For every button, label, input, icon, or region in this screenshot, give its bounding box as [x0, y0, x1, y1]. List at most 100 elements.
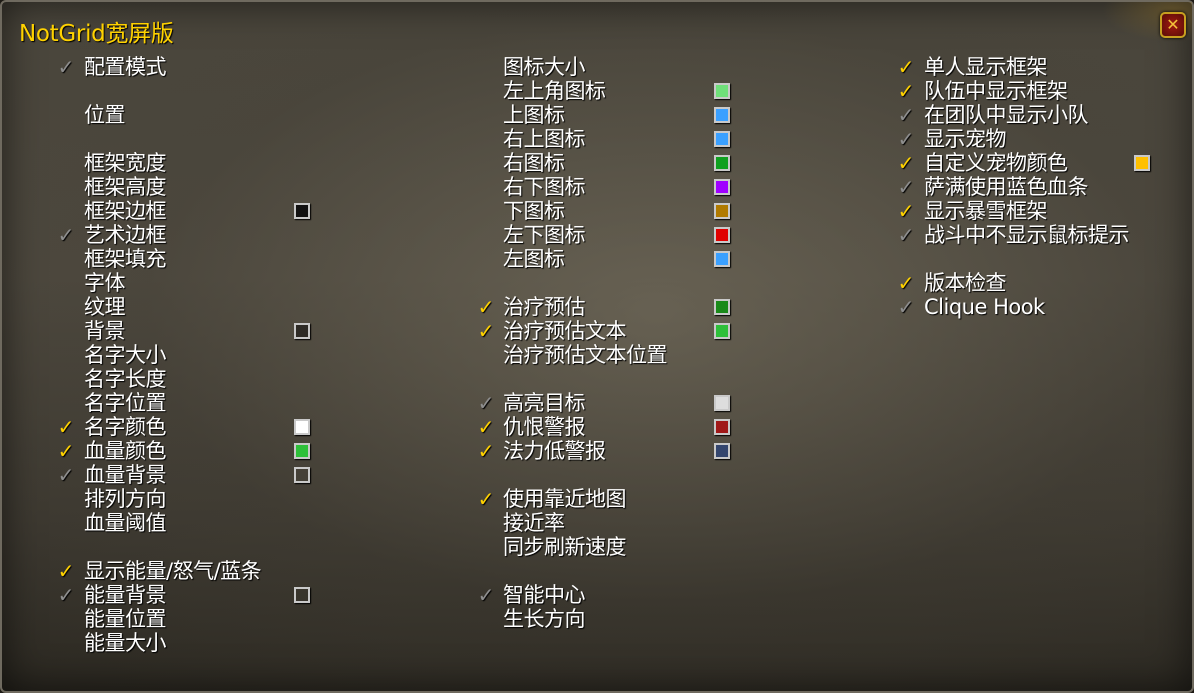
option-label[interactable]: 名字位置: [84, 391, 167, 415]
color-swatch[interactable]: [714, 83, 730, 99]
checkbox-checked-icon[interactable]: ✓: [895, 151, 917, 175]
checkbox-checked-icon[interactable]: ✓: [895, 55, 917, 79]
option-label[interactable]: 治疗预估文本位置: [503, 343, 668, 367]
checkbox-checked-icon[interactable]: ✓: [475, 319, 497, 343]
option-label[interactable]: 同步刷新速度: [503, 535, 627, 559]
checkbox-unchecked-icon[interactable]: ✓: [895, 127, 917, 151]
checkbox-checked-icon[interactable]: ✓: [55, 559, 77, 583]
option-label[interactable]: 血量颜色: [84, 439, 167, 463]
option-label[interactable]: 单人显示框架: [924, 55, 1048, 79]
option-label[interactable]: 治疗预估: [503, 295, 586, 319]
option-label[interactable]: 名字长度: [84, 367, 167, 391]
option-label[interactable]: 左上角图标: [503, 79, 606, 103]
option-label[interactable]: 高亮目标: [503, 391, 586, 415]
option-label[interactable]: 图标大小: [503, 55, 586, 79]
option-label[interactable]: 框架填充: [84, 247, 167, 271]
checkbox-unchecked-icon[interactable]: ✓: [55, 55, 77, 79]
option-label[interactable]: 在团队中显示小队: [924, 103, 1089, 127]
option-label[interactable]: 战斗中不显示鼠标提示: [924, 223, 1130, 247]
option-label[interactable]: 名字大小: [84, 343, 167, 367]
option-label[interactable]: 治疗预估文本: [503, 319, 627, 343]
option-label[interactable]: 能量位置: [84, 607, 167, 631]
option-label[interactable]: 显示暴雪框架: [924, 199, 1048, 223]
checkbox-unchecked-icon[interactable]: ✓: [895, 295, 917, 319]
color-swatch[interactable]: [714, 419, 730, 435]
option-label[interactable]: 血量阈值: [84, 511, 167, 535]
option-label[interactable]: 显示能量/怒气/蓝条: [84, 559, 262, 583]
option-label[interactable]: 纹理: [84, 295, 126, 319]
checkbox-checked-icon[interactable]: ✓: [55, 415, 77, 439]
color-swatch[interactable]: [294, 467, 310, 483]
color-swatch[interactable]: [294, 203, 310, 219]
settings-panel: NotGrid宽屏版 ✕ ✓ 配置模式位置框架宽度 框架高度 框架边框 ✓ 艺术边框 框架填…: [0, 0, 1194, 693]
checkbox-checked-icon[interactable]: ✓: [475, 487, 497, 511]
option-label[interactable]: 艺术边框: [84, 223, 167, 247]
color-swatch[interactable]: [714, 155, 730, 171]
option-label[interactable]: 法力低警报: [503, 439, 606, 463]
checkbox-checked-icon[interactable]: ✓: [895, 199, 917, 223]
option-label[interactable]: 生长方向: [503, 607, 586, 631]
checkbox-checked-icon[interactable]: ✓: [475, 295, 497, 319]
option-label[interactable]: 位置: [84, 103, 126, 127]
checkbox-unchecked-icon[interactable]: ✓: [55, 463, 77, 487]
option-label[interactable]: 下图标: [503, 199, 565, 223]
checkbox-unchecked-icon[interactable]: ✓: [895, 223, 917, 247]
option-label[interactable]: 右上图标: [503, 127, 586, 151]
color-swatch[interactable]: [1134, 155, 1150, 171]
option-label[interactable]: 上图标: [503, 103, 565, 127]
checkbox-checked-icon[interactable]: ✓: [475, 439, 497, 463]
color-swatch[interactable]: [714, 131, 730, 147]
option-label[interactable]: 版本检查: [924, 271, 1007, 295]
option-label[interactable]: 显示宠物: [924, 127, 1007, 151]
color-swatch[interactable]: [714, 299, 730, 315]
checkbox-checked-icon[interactable]: ✓: [475, 415, 497, 439]
color-swatch[interactable]: [714, 395, 730, 411]
option-label[interactable]: 血量背景: [84, 463, 167, 487]
option-label[interactable]: 使用靠近地图: [503, 487, 627, 511]
option-label[interactable]: Clique Hook: [924, 295, 1045, 319]
checkbox-unchecked-icon[interactable]: ✓: [895, 103, 917, 127]
option-label[interactable]: 仇恨警报: [503, 415, 586, 439]
option-label[interactable]: 框架宽度: [84, 151, 167, 175]
option-label[interactable]: 自定义宠物颜色: [924, 151, 1068, 175]
color-swatch[interactable]: [714, 179, 730, 195]
color-swatch[interactable]: [714, 323, 730, 339]
checkbox-checked-icon[interactable]: ✓: [55, 439, 77, 463]
color-swatch[interactable]: [714, 251, 730, 267]
option-label[interactable]: 配置模式: [84, 55, 167, 79]
color-swatch[interactable]: [714, 443, 730, 459]
option-label[interactable]: 队伍中显示框架: [924, 79, 1068, 103]
option-label[interactable]: 接近率: [503, 511, 565, 535]
checkbox-checked-icon[interactable]: ✓: [895, 271, 917, 295]
color-swatch[interactable]: [294, 323, 310, 339]
close-icon: ✕: [1166, 15, 1180, 34]
option-label[interactable]: 能量背景: [84, 583, 167, 607]
option-label[interactable]: 右下图标: [503, 175, 586, 199]
close-button[interactable]: ✕: [1160, 12, 1186, 38]
option-label[interactable]: 能量大小: [84, 631, 167, 655]
option-label[interactable]: 字体: [84, 271, 126, 295]
checkbox-unchecked-icon[interactable]: ✓: [55, 583, 77, 607]
option-label[interactable]: 名字颜色: [84, 415, 167, 439]
option-label[interactable]: 框架高度: [84, 175, 167, 199]
color-swatch[interactable]: [294, 443, 310, 459]
color-swatch[interactable]: [714, 203, 730, 219]
option-label[interactable]: 萨满使用蓝色血条: [924, 175, 1089, 199]
color-swatch[interactable]: [294, 587, 310, 603]
color-swatch[interactable]: [294, 419, 310, 435]
checkbox-checked-icon[interactable]: ✓: [895, 79, 917, 103]
option-label[interactable]: 智能中心: [503, 583, 586, 607]
checkbox-unchecked-icon[interactable]: ✓: [55, 223, 77, 247]
option-label[interactable]: 左下图标: [503, 223, 586, 247]
window-title: NotGrid宽屏版: [19, 21, 174, 47]
checkbox-unchecked-icon[interactable]: ✓: [475, 391, 497, 415]
checkbox-unchecked-icon[interactable]: ✓: [895, 175, 917, 199]
option-label[interactable]: 排列方向: [84, 487, 167, 511]
option-label[interactable]: 框架边框: [84, 199, 167, 223]
color-swatch[interactable]: [714, 227, 730, 243]
color-swatch[interactable]: [714, 107, 730, 123]
option-label[interactable]: 左图标: [503, 247, 565, 271]
option-label[interactable]: 背景: [84, 319, 126, 343]
checkbox-unchecked-icon[interactable]: ✓: [475, 583, 497, 607]
option-label[interactable]: 右图标: [503, 151, 565, 175]
